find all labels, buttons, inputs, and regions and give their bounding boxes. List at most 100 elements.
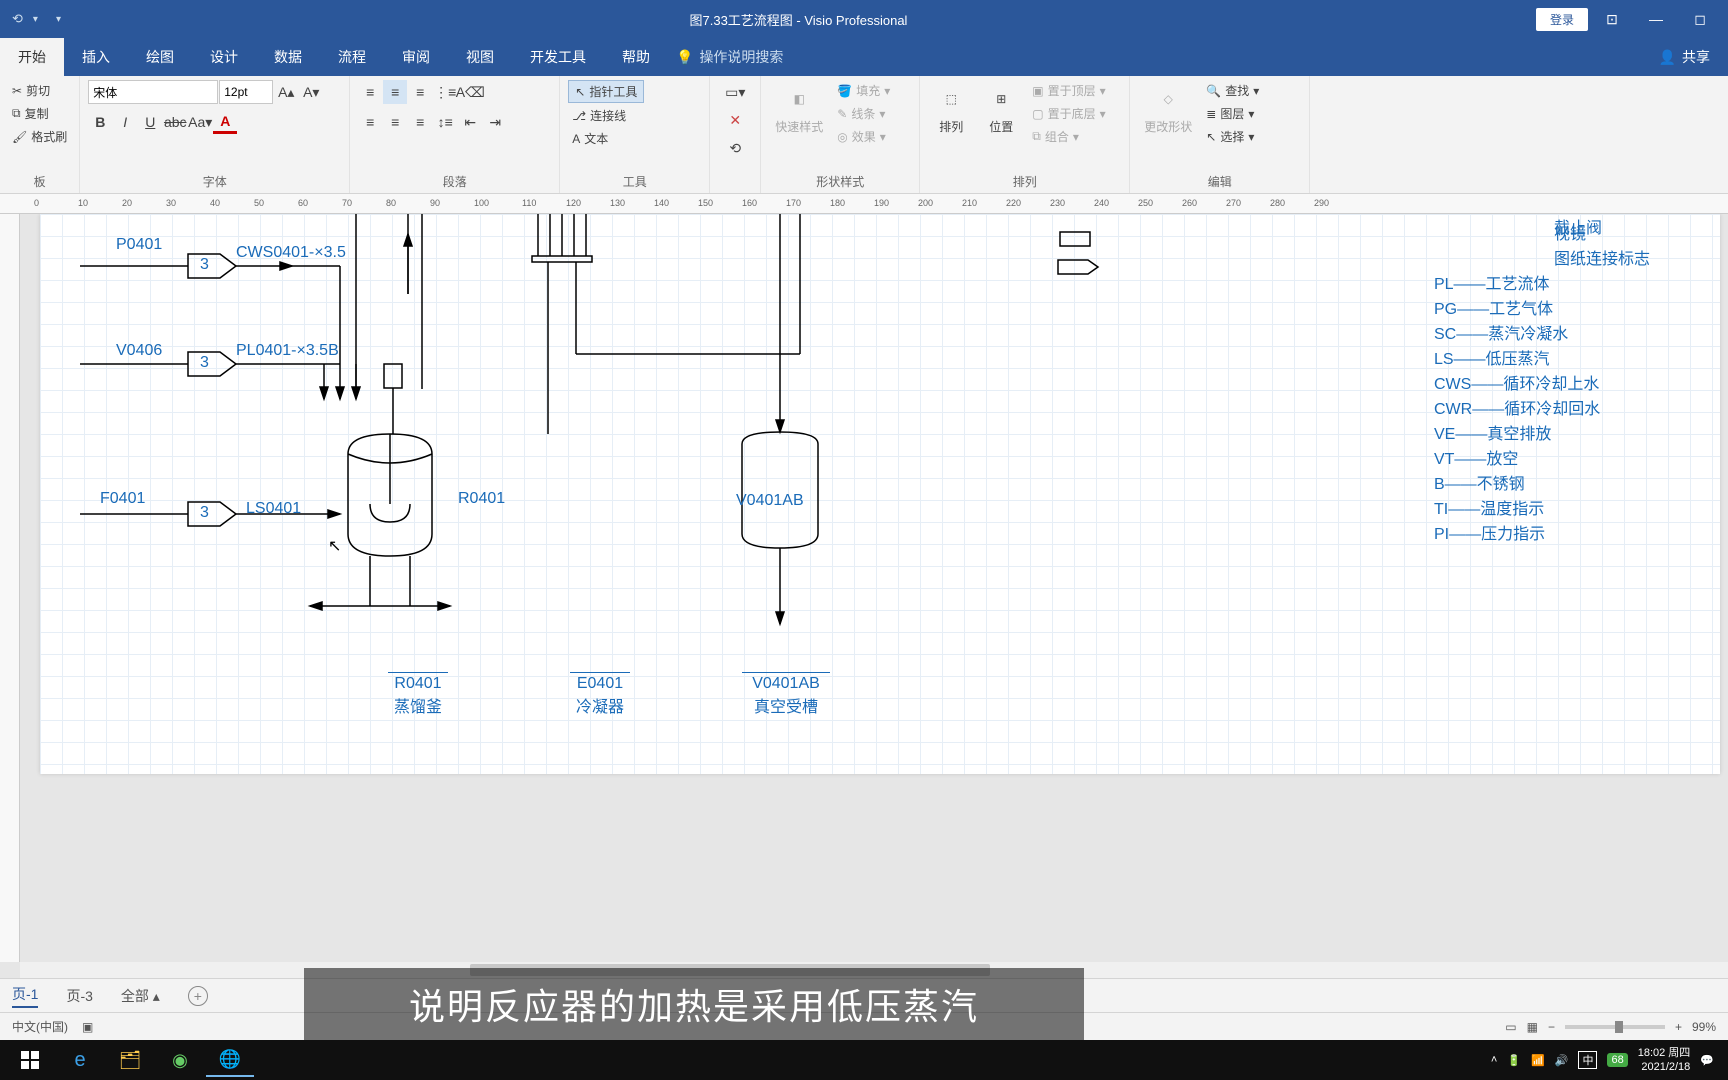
fill-icon: 🪣 bbox=[837, 84, 852, 98]
add-page-button[interactable]: + bbox=[188, 986, 208, 1006]
find-button[interactable]: 🔍查找▾ bbox=[1202, 80, 1263, 101]
strike-button[interactable]: abc bbox=[163, 110, 187, 134]
legend: 截止阀 视镜 图纸连接标志 PL——工艺流体 PG——工艺气体 SC——蒸汽冷凝… bbox=[1434, 222, 1650, 547]
cut-button[interactable]: ✂剪切 bbox=[8, 80, 71, 101]
tray-temp-badge[interactable]: 68 bbox=[1607, 1053, 1627, 1067]
text-icon: A bbox=[572, 132, 580, 146]
italic-button[interactable]: I bbox=[113, 110, 137, 134]
login-button[interactable]: 登录 bbox=[1536, 8, 1588, 31]
send-back-button[interactable]: ▢置于底层▾ bbox=[1028, 103, 1109, 124]
macro-record-icon[interactable]: ▣ bbox=[82, 1020, 93, 1034]
canvas[interactable]: P0401 CWS0401-×3.5 3 V0406 PL0401-×3.5B … bbox=[20, 214, 1728, 962]
presentation-mode-icon[interactable]: ▭ bbox=[1505, 1020, 1516, 1034]
increase-indent-button[interactable]: ⇥ bbox=[483, 110, 507, 134]
tray-icon-1[interactable]: 🔋 bbox=[1507, 1054, 1521, 1067]
ruler-vertical[interactable] bbox=[0, 214, 20, 962]
change-shape-button[interactable]: ◇ 更改形状 bbox=[1138, 80, 1198, 137]
change-case-button[interactable]: Aa▾ bbox=[188, 110, 212, 134]
qat-dropdown-icon[interactable]: ▾ bbox=[33, 14, 38, 25]
group-shape-styles: ◧ 快速样式 🪣填充▾ ✎线条▾ ◎效果▾ 形状样式 bbox=[760, 76, 920, 193]
mouse-cursor-icon: ↖ bbox=[328, 536, 341, 556]
ribbon-display-icon[interactable]: ⊡ bbox=[1592, 4, 1632, 34]
text-tool-button[interactable]: A文本 bbox=[568, 128, 612, 149]
zoom-slider[interactable] bbox=[1565, 1025, 1665, 1029]
tab-review[interactable]: 审阅 bbox=[384, 38, 448, 76]
zoom-in-button[interactable]: + bbox=[1675, 1020, 1682, 1034]
taskbar-explorer[interactable]: 🗂 bbox=[106, 1043, 154, 1077]
tell-me-search[interactable]: 💡 操作说明搜索 bbox=[676, 38, 783, 76]
position-button[interactable]: ⊞ 位置 bbox=[978, 80, 1024, 137]
quick-styles-button[interactable]: ◧ 快速样式 bbox=[769, 80, 829, 137]
font-name-select[interactable] bbox=[88, 80, 218, 104]
tab-process[interactable]: 流程 bbox=[320, 38, 384, 76]
align-center-button[interactable]: ≡ bbox=[383, 110, 407, 134]
tab-home[interactable]: 开始 bbox=[0, 38, 64, 76]
ruler-horizontal[interactable]: 010 2030 4050 6070 8090 100110 120130 14… bbox=[0, 194, 1728, 214]
bullets-button[interactable]: ⋮≡ bbox=[433, 80, 457, 104]
page-tab-1[interactable]: 页-1 bbox=[12, 984, 38, 1008]
bring-front-button[interactable]: ▣置于顶层▾ bbox=[1028, 80, 1109, 101]
align-bottom-button[interactable]: ≡ bbox=[408, 80, 432, 104]
minimize-button[interactable]: — bbox=[1636, 4, 1676, 34]
layers-button[interactable]: ≣图层▾ bbox=[1202, 103, 1263, 124]
copy-button[interactable]: ⧉复制 bbox=[8, 103, 71, 124]
tab-draw[interactable]: 绘图 bbox=[128, 38, 192, 76]
connector-tool-button[interactable]: ⎇连接线 bbox=[568, 105, 630, 126]
effects-button[interactable]: ◎效果▾ bbox=[833, 126, 894, 147]
label-ls: LS0401 bbox=[246, 500, 301, 518]
taskbar-chrome[interactable]: 🌐 bbox=[206, 1043, 254, 1077]
label-v0406: V0406 bbox=[116, 342, 162, 360]
taskbar-app-1[interactable]: ◉ bbox=[156, 1043, 204, 1077]
tab-insert[interactable]: 插入 bbox=[64, 38, 128, 76]
label-e-bottom: E0401冷凝器 bbox=[570, 672, 630, 717]
label-v-bottom: V0401AB真空受槽 bbox=[742, 672, 830, 717]
taskbar-clock[interactable]: 18:02 周四 2021/2/18 bbox=[1638, 1046, 1691, 1074]
font-size-select[interactable] bbox=[219, 80, 273, 104]
status-language[interactable]: 中文(中国) bbox=[12, 1018, 68, 1035]
page-tab-3[interactable]: 页-3 bbox=[66, 986, 92, 1006]
zoom-value[interactable]: 99% bbox=[1692, 1020, 1716, 1034]
select-button[interactable]: ↖选择▾ bbox=[1202, 126, 1263, 147]
tab-data[interactable]: 数据 bbox=[256, 38, 320, 76]
line-spacing-button[interactable]: ↕≡ bbox=[433, 110, 457, 134]
start-button[interactable] bbox=[6, 1043, 54, 1077]
line-button[interactable]: ✎线条▾ bbox=[833, 103, 894, 124]
underline-button[interactable]: U bbox=[138, 110, 162, 134]
label-pl: PL0401-×3.5B bbox=[236, 342, 339, 360]
align-middle-button[interactable]: ≡ bbox=[383, 80, 407, 104]
taskbar-ie[interactable]: e bbox=[56, 1043, 104, 1077]
pointer-tool-button[interactable]: ↖指针工具 bbox=[568, 80, 644, 103]
tab-devtools[interactable]: 开发工具 bbox=[512, 38, 604, 76]
share-button[interactable]: 👤 共享 bbox=[1641, 38, 1728, 76]
decrease-indent-button[interactable]: ⇤ bbox=[458, 110, 482, 134]
bold-button[interactable]: B bbox=[88, 110, 112, 134]
increase-font-button[interactable]: A▴ bbox=[274, 80, 298, 104]
ime-indicator[interactable]: 中 bbox=[1578, 1051, 1597, 1069]
align-left-button[interactable]: ≡ bbox=[358, 110, 382, 134]
tray-icon-2[interactable]: 📶 bbox=[1531, 1054, 1545, 1067]
decrease-font-button[interactable]: A▾ bbox=[299, 80, 323, 104]
notification-icon[interactable]: 💬 bbox=[1700, 1054, 1714, 1067]
fit-window-icon[interactable]: ▦ bbox=[1527, 1020, 1538, 1034]
tab-help[interactable]: 帮助 bbox=[604, 38, 668, 76]
font-color-button[interactable]: A bbox=[213, 110, 237, 134]
tab-view[interactable]: 视图 bbox=[448, 38, 512, 76]
fill-button[interactable]: 🪣填充▾ bbox=[833, 80, 894, 101]
drawing-page[interactable]: P0401 CWS0401-×3.5 3 V0406 PL0401-×3.5B … bbox=[40, 214, 1720, 774]
zoom-out-button[interactable]: − bbox=[1548, 1020, 1555, 1034]
rotate-tool-button[interactable]: ⟲ bbox=[723, 136, 747, 160]
maximize-button[interactable]: ◻ bbox=[1680, 4, 1720, 34]
align-right-button[interactable]: ≡ bbox=[408, 110, 432, 134]
tab-design[interactable]: 设计 bbox=[192, 38, 256, 76]
rectangle-tool-button[interactable]: ▭▾ bbox=[723, 80, 747, 104]
align-top-button[interactable]: ≡ bbox=[358, 80, 382, 104]
arrange-button[interactable]: ⬚ 排列 bbox=[928, 80, 974, 137]
delete-tool-button[interactable]: ✕ bbox=[723, 108, 747, 132]
clear-format-button[interactable]: A⌫ bbox=[458, 80, 482, 104]
format-painter-button[interactable]: 🖌格式刷 bbox=[8, 126, 71, 147]
group-shapes-button[interactable]: ⧉组合▾ bbox=[1028, 126, 1109, 147]
tray-volume-icon[interactable]: 🔊 bbox=[1555, 1054, 1569, 1067]
autosave-icon[interactable]: ⟲ bbox=[12, 11, 23, 27]
page-tab-all[interactable]: 全部 ▴ bbox=[121, 986, 160, 1006]
tray-chevron-icon[interactable]: ˄ bbox=[1491, 1054, 1497, 1066]
